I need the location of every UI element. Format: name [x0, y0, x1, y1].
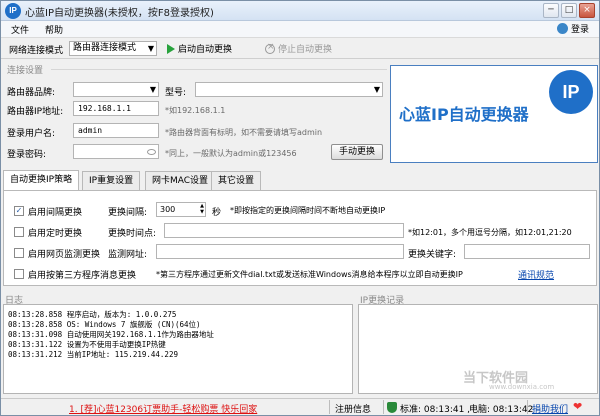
- interval-stepper[interactable]: 300 ▲ ▼: [156, 202, 206, 217]
- monitor-url-label: 监测网址:: [108, 250, 148, 260]
- status-divider: [527, 400, 528, 414]
- menu-bar: 文件 帮助 登录: [1, 21, 599, 37]
- window-title: 心蓝IP自动更换器(未授权，按F8登录授权): [25, 8, 214, 19]
- title-bar[interactable]: IP 心蓝IP自动更换器(未授权，按F8登录授权) ─ □ ×: [1, 1, 599, 21]
- tab-ip-repeat-settings[interactable]: IP重复设置: [82, 171, 141, 190]
- tab-nic-mac-settings[interactable]: 网卡MAC设置: [145, 171, 216, 190]
- status-divider: [329, 400, 330, 414]
- login-button[interactable]: 登录: [556, 22, 589, 35]
- chevron-down-icon: ▼: [373, 85, 380, 94]
- keyword-label: 更换关键字:: [408, 250, 457, 260]
- play-icon: [167, 43, 175, 54]
- router-brand-select[interactable]: ▼: [73, 82, 159, 97]
- monitor-url-input[interactable]: [156, 244, 404, 259]
- interval-hint: *即按指定的更换间隔时间不断地自动更换IP: [230, 206, 386, 215]
- protocol-link[interactable]: 通讯规范: [518, 268, 554, 281]
- start-auto-change-button[interactable]: 启动自动更换: [167, 42, 232, 55]
- connection-settings-title: 连接设置: [7, 66, 44, 76]
- brand-title: 心蓝IP自动更换器: [399, 105, 529, 124]
- toolbar: 网络连接模式 路由器连接模式 ▼ 启动自动更换 停止自动更换: [1, 37, 599, 59]
- promo-link[interactable]: 1. [荐]心蓝12306订票助手-轻松购票 快乐回家: [69, 402, 257, 415]
- stepper-arrows-icon[interactable]: ▲ ▼: [200, 203, 204, 215]
- menu-help[interactable]: 帮助: [45, 23, 63, 36]
- router-brand-label: 路由器品牌:: [7, 88, 56, 98]
- watermark-url: www.downxia.com: [489, 383, 555, 391]
- keyword-input[interactable]: [464, 244, 590, 259]
- router-ip-hint: *如192.168.1.1: [165, 106, 226, 115]
- third-party-hint: *第三方程序通过更新文件dial.txt或发送标准Windows消息给本程序以立…: [156, 270, 463, 279]
- manual-change-button[interactable]: 手动更换: [331, 144, 383, 160]
- third-party-label: 启用按第三方程序消息更换: [28, 271, 137, 281]
- donate-link[interactable]: 捐助我们: [532, 402, 568, 415]
- login-label: 登录: [570, 25, 589, 35]
- login-user-hint: *路由器背面有标明，如不需要请填写admin: [165, 128, 323, 137]
- menu-file[interactable]: 文件: [11, 23, 29, 36]
- stop-auto-change-label: 停止自动更换: [278, 45, 333, 55]
- connection-mode-select[interactable]: 路由器连接模式 ▼: [69, 41, 157, 56]
- chevron-down-icon: ▼: [147, 44, 154, 53]
- router-ip-label: 路由器IP地址:: [7, 107, 64, 117]
- timed-hint: *如12:01，多个用逗号分隔，如12:01,21:20: [408, 228, 572, 237]
- status-bar: 1. [荐]心蓝12306订票助手-轻松购票 快乐回家 注册信息 标准: 08:…: [1, 398, 599, 415]
- app-window: IP 心蓝IP自动更换器(未授权，按F8登录授权) ─ □ × 文件 帮助 登录…: [0, 0, 600, 416]
- timed-input[interactable]: [164, 223, 404, 238]
- login-user-label: 登录用户名:: [7, 129, 56, 139]
- router-model-select[interactable]: ▼: [195, 82, 383, 97]
- router-model-label: 型号:: [165, 88, 187, 98]
- eye-icon[interactable]: [147, 149, 156, 155]
- chevron-down-icon: ▼: [149, 85, 156, 94]
- log-list[interactable]: 08:13:28.858 程序启动，版本为: 1.0.0.275 08:13:2…: [3, 304, 353, 394]
- app-logo-icon: IP: [5, 3, 21, 19]
- connection-mode-value: 路由器连接模式: [73, 43, 137, 53]
- third-party-checkbox[interactable]: [14, 269, 24, 279]
- timed-change-label: 启用定时更换: [28, 229, 83, 239]
- router-ip-input[interactable]: 192.168.1.1: [73, 101, 159, 116]
- log-line: 08:13:31.212 当前IP地址: 115.219.44.229: [8, 350, 178, 359]
- close-button[interactable]: ×: [579, 3, 595, 18]
- stop-icon: [265, 42, 275, 54]
- login-password-label: 登录密码:: [7, 150, 47, 160]
- interval-unit: 秒: [212, 208, 222, 218]
- brand-panel: 心蓝IP自动更换器 IP: [390, 65, 598, 163]
- timed-change-checkbox[interactable]: [14, 227, 24, 237]
- window-controls: ─ □ ×: [543, 3, 595, 18]
- shield-icon: [387, 402, 397, 413]
- login-password-hint: *同上，一般默认为admin或123456: [165, 149, 297, 158]
- timed-label: 更换时间点:: [108, 229, 157, 239]
- strategy-panel: ✓ 启用间隔更换 更换间隔: 300 ▲ ▼ 秒 *即按指定的更换间隔时间不断地自…: [3, 190, 597, 286]
- interval-label: 更换间隔:: [108, 208, 148, 218]
- maximize-button[interactable]: □: [561, 3, 577, 18]
- minimize-button[interactable]: ─: [543, 3, 559, 18]
- stop-auto-change-button[interactable]: 停止自动更换: [265, 42, 332, 55]
- web-monitor-checkbox[interactable]: [14, 248, 24, 258]
- web-monitor-label: 启用网页监测更换: [28, 250, 101, 260]
- pc-time: 电脑: 08:13:42: [469, 405, 534, 415]
- connection-mode-label: 网络连接模式: [9, 46, 64, 56]
- interval-change-checkbox[interactable]: ✓: [14, 206, 24, 216]
- user-icon: [556, 23, 568, 34]
- standard-time: 标准: 08:13:41 ,: [400, 405, 471, 415]
- heart-icon[interactable]: ❤: [573, 401, 582, 413]
- start-auto-change-label: 启动自动更换: [178, 45, 233, 55]
- tab-auto-change-strategy[interactable]: 自动更换IP策略: [3, 170, 80, 191]
- tab-other-settings[interactable]: 其它设置: [211, 171, 262, 190]
- interval-value: 300: [160, 205, 176, 214]
- interval-change-label: 启用间隔更换: [28, 208, 83, 218]
- group-divider: [51, 69, 387, 70]
- status-divider: [383, 400, 384, 414]
- login-user-input[interactable]: admin: [73, 123, 159, 138]
- brand-logo-icon: IP: [549, 70, 593, 114]
- register-info[interactable]: 注册信息: [335, 402, 371, 415]
